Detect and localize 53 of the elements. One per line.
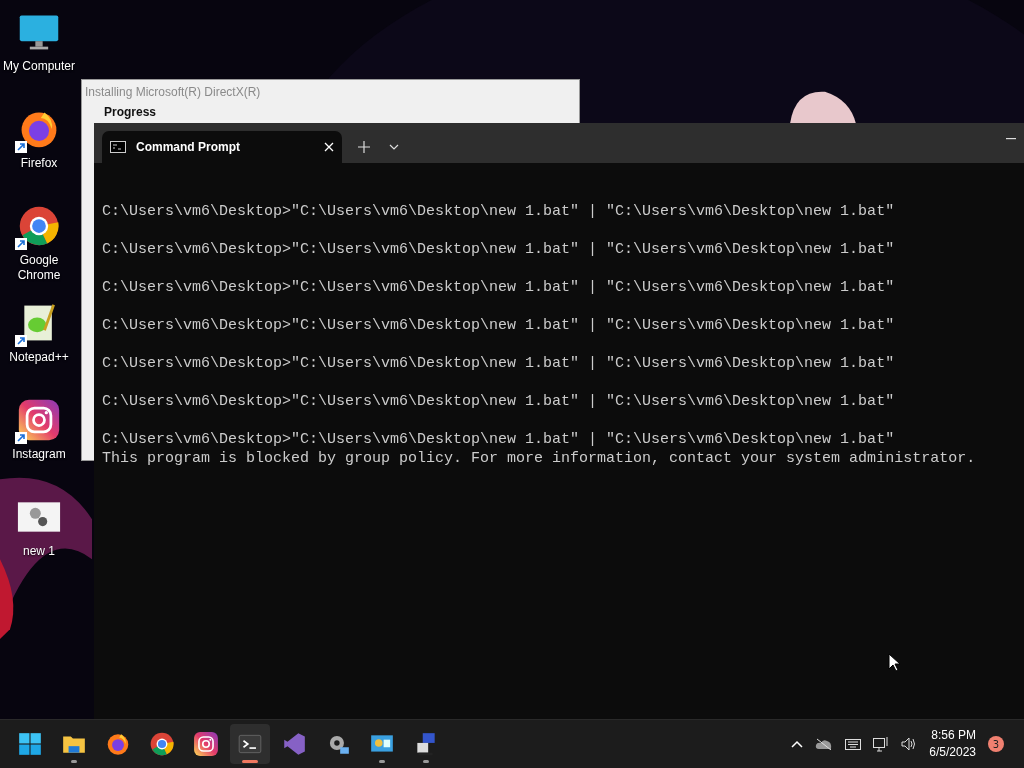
keyboard-icon[interactable] — [845, 738, 862, 750]
shortcut-arrow-icon — [15, 432, 27, 444]
plus-icon — [358, 141, 370, 153]
desktop-icon-label: Firefox — [20, 156, 58, 171]
running-indicator — [379, 760, 385, 763]
command-line: C:\Users\vm6\Desktop>"C:\Users\vm6\Desktop\new 1.bat" | "C:\Users\vm6\Desktop\new 1.bat" — [102, 240, 896, 259]
clock[interactable]: 8:56 PM 6/5/2023 — [929, 727, 976, 761]
desktop-icon-label: Instagram — [12, 447, 66, 462]
desktop-shortcut[interactable]: Google Chrome — [0, 202, 78, 299]
chrome-icon — [149, 731, 175, 757]
mouse-cursor-icon — [888, 653, 900, 672]
running-indicator — [242, 760, 258, 763]
tab-title: Command Prompt — [136, 140, 241, 154]
desktop-shortcut[interactable]: Notepad++ — [0, 299, 78, 396]
shortcut-arrow-icon — [15, 238, 27, 250]
error-message: This program is blocked by group policy. For more information, contact your system administrator. — [102, 449, 977, 468]
chevron-up-icon[interactable] — [791, 740, 804, 748]
command-line: C:\Users\vm6\Desktop>"C:\Users\vm6\Desktop\new 1.bat" | "C:\Users\vm6\Desktop\new 1.bat" — [102, 354, 896, 373]
command-line: C:\Users\vm6\Desktop>"C:\Users\vm6\Desktop\new 1.bat" | "C:\Users\vm6\Desktop\new 1.bat" — [102, 202, 896, 221]
volume-icon[interactable] — [901, 737, 918, 751]
firefox-icon — [105, 731, 131, 757]
desktop-shortcut[interactable]: Firefox — [0, 105, 78, 202]
window-title: Installing Microsoft(R) DirectX(R) — [84, 84, 262, 101]
desktop-shortcut[interactable]: My Computer — [0, 8, 78, 105]
cloud-off-icon[interactable] — [815, 738, 834, 750]
desktop-shortcut[interactable]: Instagram — [0, 396, 78, 493]
wallpaper-fingertip — [790, 91, 856, 124]
command-line: C:\Users\vm6\Desktop>"C:\Users\vm6\Desktop\new 1.bat" | "C:\Users\vm6\Desktop\new 1.bat" — [102, 430, 896, 449]
desktop-icon-label: new 1 — [23, 544, 55, 559]
network-icon[interactable] — [873, 736, 890, 752]
visual-studio-icon — [281, 731, 307, 757]
desktop-icon-label: My Computer — [3, 59, 75, 74]
clock-date: 6/5/2023 — [929, 744, 976, 761]
running-indicator — [71, 760, 77, 763]
terminal-tab[interactable]: Command Prompt — [102, 131, 342, 163]
desktop-icon-label: Notepad++ — [9, 350, 69, 365]
section-heading: Progress — [104, 105, 157, 119]
command-line: C:\Users\vm6\Desktop>"C:\Users\vm6\Desktop\new 1.bat" | "C:\Users\vm6\Desktop\new 1.bat" — [102, 316, 896, 335]
shortcut-arrow-icon — [15, 335, 27, 347]
command-line: C:\Users\vm6\Desktop>"C:\Users\vm6\Desktop\new 1.bat" | "C:\Users\vm6\Desktop\new 1.bat" — [102, 278, 896, 297]
close-icon[interactable] — [324, 142, 334, 152]
running-indicator — [423, 760, 429, 763]
instagram-icon — [193, 731, 219, 757]
chevron-down-icon — [389, 144, 399, 150]
command-line: C:\Users\vm6\Desktop>"C:\Users\vm6\Desktop\new 1.bat" | "C:\Users\vm6\Desktop\new 1.bat" — [102, 392, 896, 411]
desktop-icon-label: Google Chrome — [16, 253, 62, 283]
windows-icon — [17, 731, 43, 757]
shortcut-arrow-icon — [15, 141, 27, 153]
notification-badge[interactable]: 3 — [988, 736, 1004, 752]
clock-time: 8:56 PM — [931, 727, 976, 744]
chrome-icon — [17, 204, 61, 248]
command-prompt-icon — [110, 141, 126, 153]
minimize-icon — [1006, 138, 1016, 140]
